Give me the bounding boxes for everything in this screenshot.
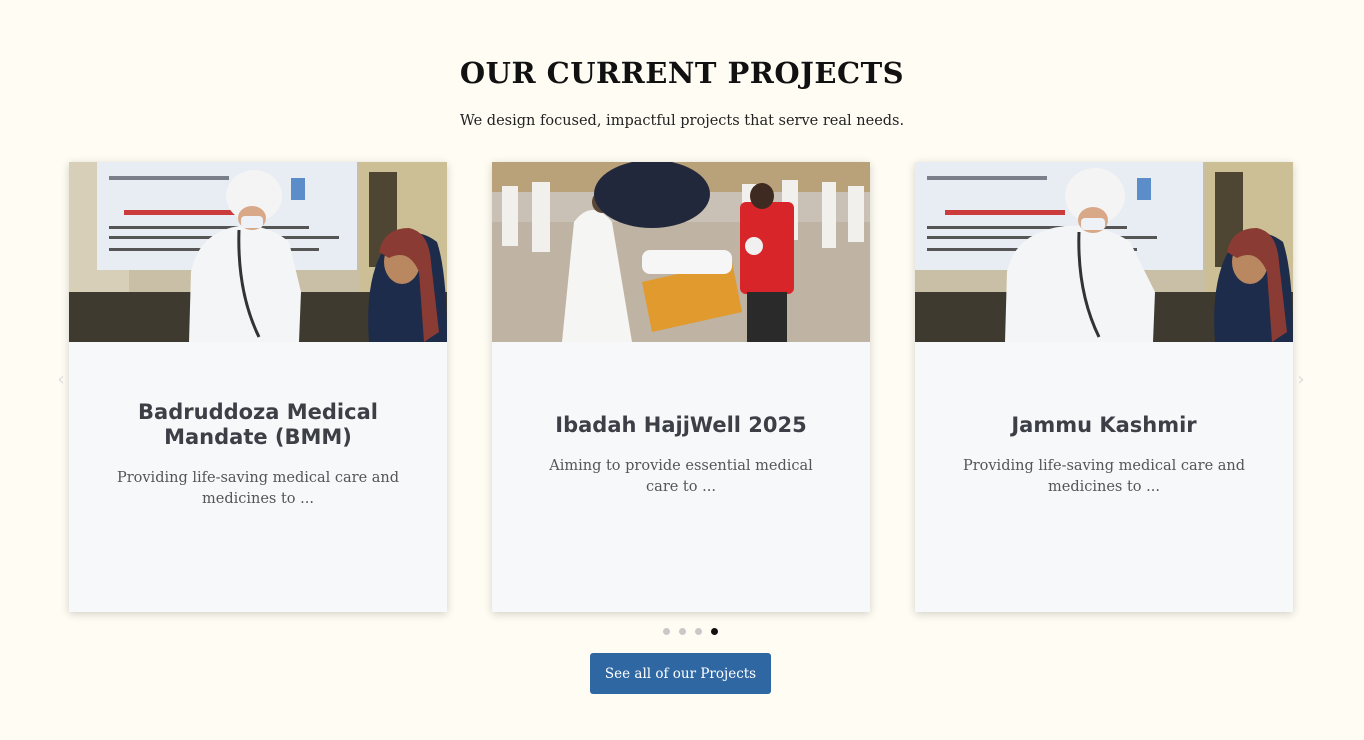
carousel-pagination (0, 628, 1364, 635)
projects-carousel: ‹ › Badruddoza Medical Mandate (BMM) Pro… (0, 162, 1364, 614)
project-photo-hajj[interactable] (492, 162, 870, 342)
project-card[interactable]: Badruddoza Medical Mandate (BMM) Providi… (69, 162, 447, 612)
project-photo-nurse[interactable] (69, 162, 447, 342)
project-excerpt: Providing life-saving medical care and m… (962, 457, 1246, 495)
project-excerpt: Providing life-saving medical care and m… (116, 470, 400, 507)
see-all-projects-button[interactable]: See all of our Projects (590, 653, 771, 694)
project-title[interactable]: Badruddoza Medical Mandate (BMM) (113, 400, 403, 450)
section-subtitle: We design focused, impactful projects th… (459, 113, 905, 129)
carousel-dot-active[interactable] (710, 628, 718, 635)
section-title: OUR CURRENT PROJECTS (459, 56, 905, 90)
carousel-prev-arrow-icon[interactable]: ‹ (54, 370, 68, 390)
project-title[interactable]: Jammu Kashmir (1011, 413, 1196, 438)
carousel-dot[interactable] (662, 628, 670, 635)
project-card[interactable]: Ibadah HajjWell 2025 Aiming to provide e… (492, 162, 870, 612)
project-excerpt: Aiming to provide essential medical care… (549, 457, 813, 495)
carousel-dot[interactable] (694, 628, 702, 635)
project-photo-nurse[interactable] (915, 162, 1293, 342)
project-title[interactable]: Ibadah HajjWell 2025 (555, 413, 806, 438)
carousel-next-arrow-icon[interactable]: › (1294, 370, 1308, 390)
project-card[interactable]: Jammu Kashmir Providing life-saving medi… (915, 162, 1293, 612)
carousel-dot[interactable] (678, 628, 686, 635)
